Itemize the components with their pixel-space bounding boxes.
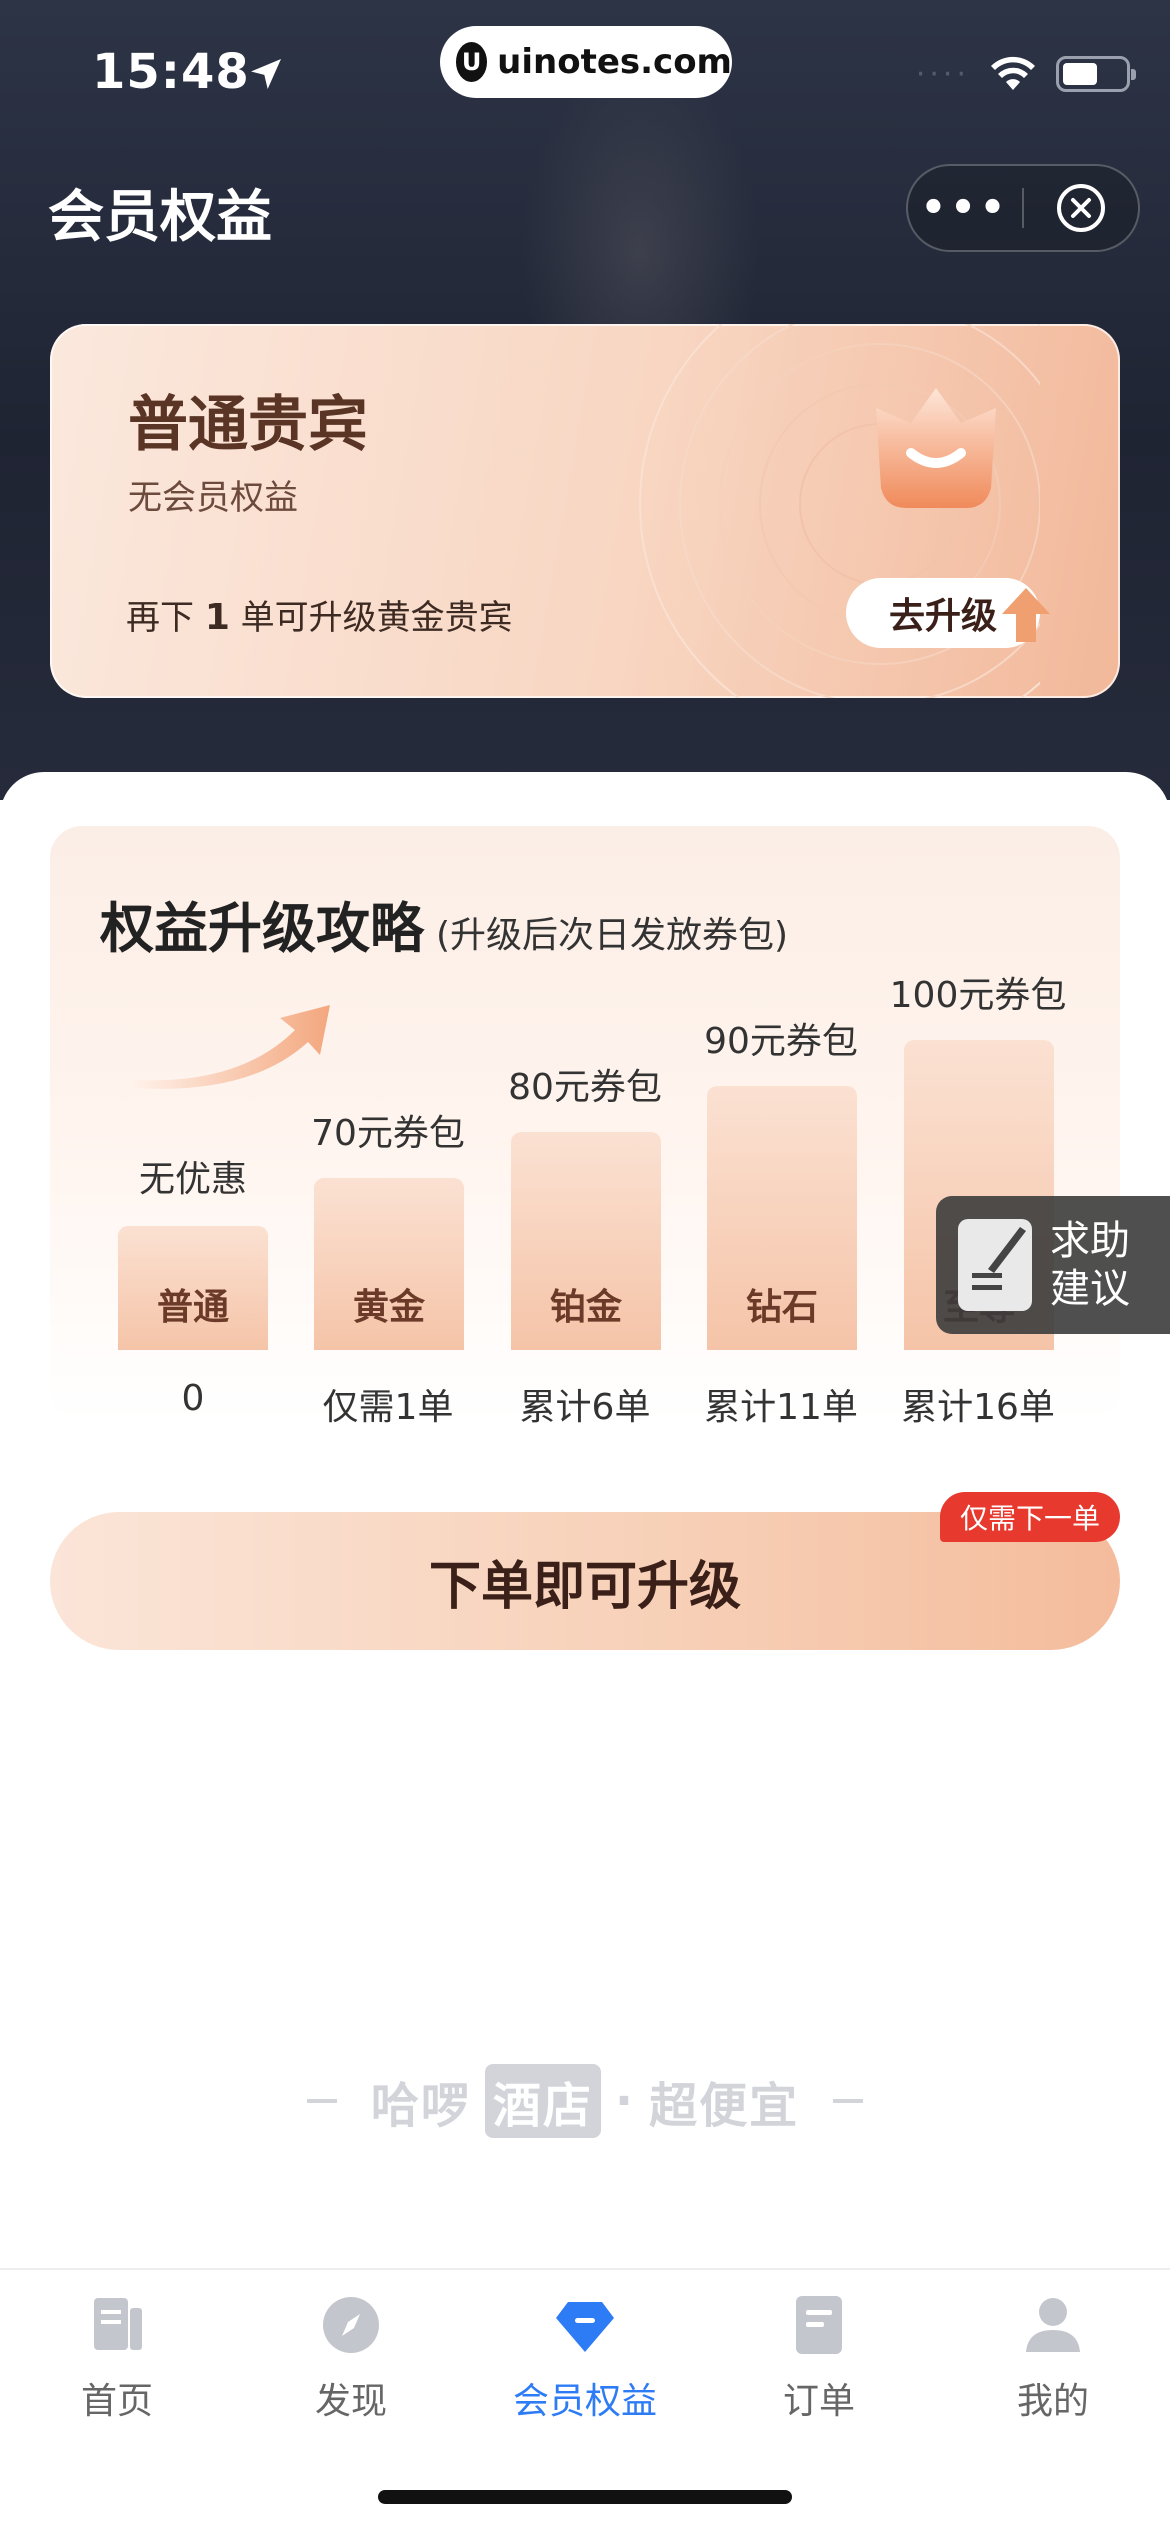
tier-reward: 70元券包 bbox=[311, 1113, 465, 1154]
cta-wrapper: 下单即可升级 仅需下一单 bbox=[50, 1492, 1120, 1650]
tier-condition: 仅需1单 bbox=[322, 1387, 454, 1428]
tier-condition: 累计16单 bbox=[901, 1387, 1055, 1428]
pen-icon bbox=[988, 1227, 1026, 1273]
strategy-note: (升级后次日发放券包) bbox=[436, 915, 789, 956]
hint-count: 1 bbox=[204, 597, 230, 638]
member-benefits: 无会员权益 bbox=[128, 478, 298, 518]
battery-icon bbox=[1056, 56, 1136, 92]
cta-badge: 仅需下一单 bbox=[939, 1492, 1120, 1542]
member-level: 普通贵宾 bbox=[128, 390, 368, 460]
tier-condition: 累计6单 bbox=[519, 1387, 651, 1428]
diamond-icon bbox=[556, 2302, 614, 2352]
help-label: 求助建议 bbox=[1050, 1218, 1130, 1312]
brand-slogan: 哈啰 酒店 · 超便宜 bbox=[0, 2064, 1170, 2138]
page-title: 会员权益 bbox=[48, 185, 272, 250]
book-icon bbox=[94, 2298, 142, 2350]
compass-icon bbox=[323, 2297, 379, 2353]
status-icons: ···· bbox=[915, 56, 1136, 92]
tier-bar-normal: 普通 bbox=[118, 1226, 268, 1350]
tier-bar-platinum: 铂金 bbox=[511, 1132, 661, 1350]
tier-reward: 90元券包 bbox=[704, 1021, 858, 1062]
hint-suffix: 单可升级黄金贵宾 bbox=[229, 598, 513, 638]
rising-arrow-icon bbox=[135, 1005, 330, 1089]
tab-label: 发现 bbox=[314, 2381, 387, 2422]
tier-reward: 100元券包 bbox=[889, 975, 1067, 1016]
slogan-brand: 哈啰 bbox=[370, 2078, 471, 2134]
tier-bar-diamond: 钻石 bbox=[707, 1086, 857, 1350]
close-button[interactable] bbox=[1024, 166, 1138, 250]
tab-label: 我的 bbox=[1016, 2381, 1089, 2422]
close-circle-icon bbox=[1056, 184, 1105, 232]
tab-orders[interactable]: 订单 bbox=[702, 2290, 936, 2440]
status-time: 15:48 bbox=[92, 44, 250, 100]
slogan-dash-left bbox=[306, 2099, 337, 2103]
user-icon bbox=[1026, 2298, 1080, 2352]
help-feedback-button[interactable]: 求助建议 bbox=[936, 1196, 1170, 1334]
tier-bar-gold: 黄金 bbox=[314, 1178, 464, 1350]
slogan-tagline: 超便宜 bbox=[649, 2078, 800, 2134]
tab-label: 首页 bbox=[80, 2381, 153, 2422]
location-arrow-icon bbox=[251, 59, 281, 89]
tier-condition: 累计11单 bbox=[704, 1387, 858, 1428]
tier-reward: 无优惠 bbox=[138, 1159, 247, 1200]
upgrade-hint: 再下 1 单可升级黄金贵宾 bbox=[126, 590, 513, 639]
tab-label: 订单 bbox=[782, 2381, 855, 2422]
slogan-hotel: 酒店 bbox=[484, 2064, 601, 2138]
slogan-dot: · bbox=[614, 2073, 636, 2129]
tab-discover[interactable]: 发现 bbox=[234, 2290, 468, 2440]
tab-home[interactable]: 首页 bbox=[0, 2290, 234, 2440]
strategy-title: 权益升级攻略 (升级后次日发放券包) bbox=[100, 884, 788, 963]
strategy-title-text: 权益升级攻略 bbox=[100, 897, 424, 960]
signal-icon: ···· bbox=[915, 56, 970, 92]
home-indicator bbox=[378, 2490, 792, 2504]
crown-icon bbox=[876, 388, 996, 508]
site-logo-icon: U bbox=[456, 42, 488, 82]
feedback-doc-icon bbox=[958, 1219, 1032, 1311]
more-button[interactable]: ••• bbox=[908, 166, 1022, 250]
url-pill: U uinotes.com bbox=[440, 26, 732, 98]
slogan-dash-right bbox=[833, 2099, 864, 2103]
tier-condition: 0 bbox=[181, 1378, 205, 1419]
hint-prefix: 再下 bbox=[126, 598, 205, 638]
miniapp-capsule: ••• bbox=[906, 164, 1140, 252]
order-icon bbox=[796, 2296, 842, 2354]
tab-membership[interactable]: 会员权益 bbox=[468, 2290, 702, 2440]
tab-label: 会员权益 bbox=[512, 2381, 657, 2422]
wifi-icon bbox=[991, 56, 1035, 90]
tab-mine[interactable]: 我的 bbox=[936, 2290, 1170, 2440]
membership-card: 普通贵宾 无会员权益 再下 1 单可升级黄金贵宾 去升级 bbox=[50, 324, 1120, 698]
tier-reward: 80元券包 bbox=[508, 1067, 662, 1108]
up-arrow-icon bbox=[1002, 588, 1050, 642]
url-text: uinotes.com bbox=[497, 42, 732, 82]
